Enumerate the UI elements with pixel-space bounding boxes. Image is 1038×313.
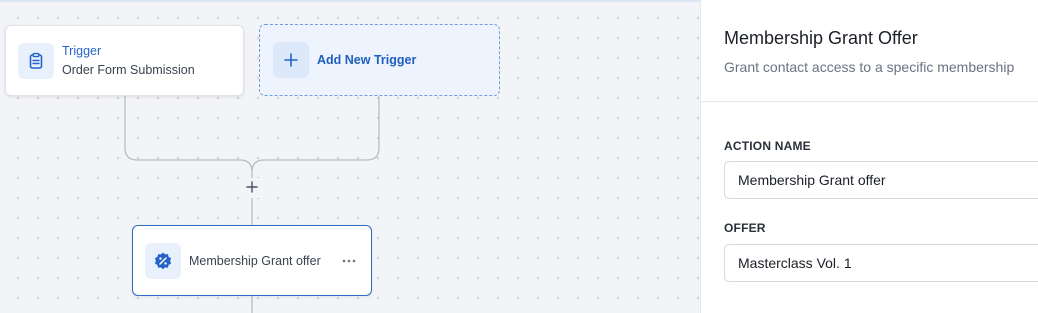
action-node-membership-grant[interactable]: Membership Grant offer bbox=[132, 225, 372, 296]
add-step-plus-icon[interactable] bbox=[244, 179, 260, 195]
panel-subtitle: Grant contact access to a specific membe… bbox=[724, 59, 1015, 75]
add-new-trigger-button[interactable]: Add New Trigger bbox=[259, 24, 500, 96]
plus-icon bbox=[284, 53, 298, 67]
trigger-icon-box bbox=[18, 42, 54, 79]
trigger-node[interactable]: Trigger Order Form Submission bbox=[5, 25, 244, 96]
add-trigger-label: Add New Trigger bbox=[317, 53, 417, 67]
panel-header: Membership Grant Offer Grant contact acc… bbox=[701, 0, 1038, 102]
clipboard-icon bbox=[29, 52, 43, 69]
trigger-title: Trigger bbox=[62, 43, 102, 58]
offer-select[interactable]: Masterclass Vol. 1 bbox=[724, 244, 1038, 282]
workflow-editor: Trigger Order Form Submission Add New Tr… bbox=[0, 0, 1038, 313]
action-icon-box bbox=[145, 242, 181, 279]
offer-label: OFFER bbox=[724, 221, 766, 235]
action-name-input[interactable]: Membership Grant offer bbox=[724, 161, 1038, 199]
workflow-canvas[interactable]: Trigger Order Form Submission Add New Tr… bbox=[0, 0, 700, 313]
trigger-subtitle: Order Form Submission bbox=[62, 62, 195, 77]
add-trigger-icon-box bbox=[273, 42, 309, 78]
action-name-label: ACTION NAME bbox=[724, 139, 811, 153]
action-node-label: Membership Grant offer bbox=[189, 253, 321, 268]
action-settings-panel: Membership Grant Offer Grant contact acc… bbox=[700, 0, 1038, 313]
more-horizontal-icon[interactable] bbox=[341, 253, 357, 269]
percent-badge-icon bbox=[154, 252, 172, 269]
panel-title: Membership Grant Offer bbox=[724, 28, 918, 48]
